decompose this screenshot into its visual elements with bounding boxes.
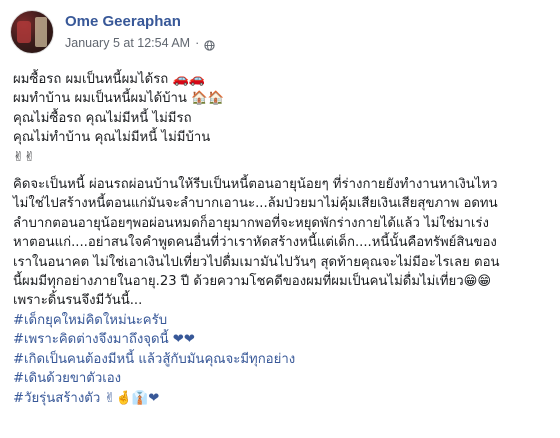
post-text-line: นี้ผมมีทุกอย่างภายในอายุ.23 ปี ด้วยความโ…: [13, 274, 492, 290]
post-text-line: หาตอนแก่....อย่าสนใจคำพูดคนอื่นที่ว่าเรา…: [13, 235, 497, 251]
facebook-post: Ome Geeraphan January 5 at 12:54 AM · ผม…: [0, 0, 560, 438]
post-text-line: เพราะดิ้นรนจึงมีวันนี้...: [13, 293, 143, 309]
post-text-line: เราในอนาคต ไม่ใช่เอาเงินไปเที่ยวไปดื่มเม…: [13, 254, 500, 270]
post-text-line: ผมทำบ้าน ผมเป็นหนี้ผมได้บ้าน 🏠🏠: [13, 91, 224, 107]
post-text-line: คุณไม่ซื้อรถ คุณไม่มีหนี้ ไม่มีรถ: [13, 110, 192, 126]
post-text-line: ไม่ใช่ไปสร้างหนี้ตอนแก่มันจะลำบากเอานะ..…: [13, 196, 498, 212]
post-text-line: ลำบากตอนอายุน้อยๆพอผ่อนหมดก็อายุมากพอที่…: [13, 215, 489, 231]
post-subline: January 5 at 12:54 AM ·: [65, 34, 215, 52]
hashtag-list: #เด็กยุคใหม่คิดใหม่นะครับ #เพราะคิดต่างจึ…: [13, 311, 553, 408]
hashtag-link[interactable]: #วัยรุ่นสร้างตัว ✌🤞👔❤: [13, 389, 553, 408]
post-timestamp[interactable]: January 5 at 12:54 AM: [65, 34, 190, 52]
separator-dot: ·: [195, 36, 200, 50]
post-text-line: ✌✌: [13, 149, 36, 165]
hashtag-link[interactable]: #เด็กยุคใหม่คิดใหม่นะครับ: [13, 311, 553, 330]
author-name[interactable]: Ome Geeraphan: [65, 12, 215, 32]
post-header: Ome Geeraphan January 5 at 12:54 AM ·: [10, 8, 215, 56]
post-body: ผมซื้อรถ ผมเป็นหนี้ผมได้รถ 🚗🚗 ผมทำบ้าน ผม…: [13, 70, 553, 408]
post-text-line: ผมซื้อรถ ผมเป็นหนี้ผมได้รถ 🚗🚗: [13, 72, 206, 87]
globe-icon[interactable]: [204, 38, 215, 51]
avatar[interactable]: [10, 10, 54, 54]
hashtag-link[interactable]: #เพราะคิดต่างจึงมาถึงจุดนี้ ❤❤: [13, 330, 553, 349]
post-text-line: คิดจะเป็นหนี้ ผ่อนรถผ่อนบ้านให้รีบเป็นหน…: [13, 177, 498, 193]
paragraph-intro: ผมซื้อรถ ผมเป็นหนี้ผมได้รถ 🚗🚗 ผมทำบ้าน ผม…: [13, 70, 553, 167]
paragraph-main: คิดจะเป็นหนี้ ผ่อนรถผ่อนบ้านให้รีบเป็นหน…: [13, 175, 553, 311]
hashtag-link[interactable]: #เกิดเป็นคนต้องมีหนี้ แล้วสู้กับมันคุณจะ…: [13, 350, 553, 369]
post-text-line: คุณไม่ทำบ้าน คุณไม่มีหนี้ ไม่มีบ้าน: [13, 130, 211, 146]
post-meta: Ome Geeraphan January 5 at 12:54 AM ·: [65, 12, 215, 52]
hashtag-link[interactable]: #เดินด้วยขาตัวเอง: [13, 369, 553, 388]
